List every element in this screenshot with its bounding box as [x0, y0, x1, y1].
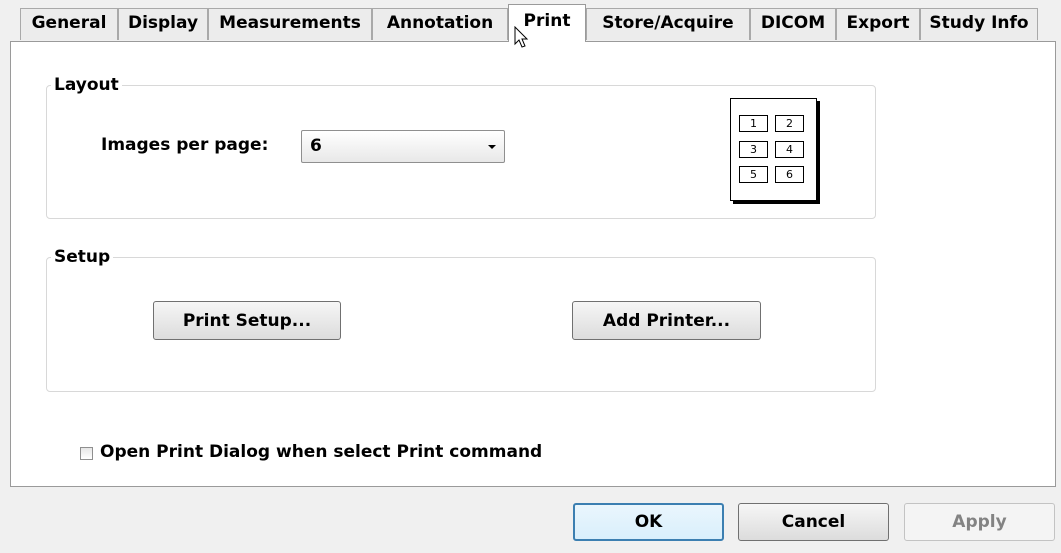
- print-settings-panel: Layout Images per page: 6 1 2 3 4 5 6 Se…: [10, 41, 1056, 487]
- tab-study-info[interactable]: Study Info: [920, 8, 1038, 40]
- open-print-dialog-checkbox[interactable]: [80, 447, 93, 460]
- setup-group: Setup Print Setup... Add Printer...: [46, 246, 876, 392]
- add-printer-button[interactable]: Add Printer...: [572, 301, 761, 340]
- page-layout-preview-icon: 1 2 3 4 5 6: [730, 98, 817, 201]
- layout-cell: 2: [775, 115, 804, 132]
- tab-strip: General Display Measurements Annotation …: [0, 0, 1061, 42]
- cancel-button[interactable]: Cancel: [738, 503, 889, 541]
- layout-cell: 1: [739, 115, 768, 132]
- dropdown-arrow-icon: [488, 145, 496, 149]
- images-per-page-select[interactable]: 6: [301, 130, 505, 163]
- layout-cell: 5: [739, 166, 768, 183]
- layout-group-title: Layout: [51, 74, 122, 96]
- tab-export[interactable]: Export: [836, 8, 920, 40]
- tab-display[interactable]: Display: [118, 8, 208, 40]
- tab-measurements[interactable]: Measurements: [208, 8, 372, 40]
- layout-cell: 4: [775, 141, 804, 158]
- ok-button[interactable]: OK: [573, 503, 724, 541]
- layout-cell: 6: [775, 166, 804, 183]
- images-per-page-label: Images per page:: [101, 135, 269, 155]
- tab-annotation[interactable]: Annotation: [372, 8, 508, 40]
- images-per-page-value: 6: [310, 136, 322, 156]
- tab-general[interactable]: General: [20, 8, 118, 40]
- open-print-dialog-label: Open Print Dialog when select Print comm…: [100, 442, 543, 462]
- tab-dicom[interactable]: DICOM: [750, 8, 836, 40]
- print-setup-button[interactable]: Print Setup...: [153, 301, 341, 340]
- tab-store-acquire[interactable]: Store/Acquire: [586, 8, 750, 40]
- layout-group: Layout Images per page: 6 1 2 3 4 5 6: [46, 74, 876, 219]
- mouse-cursor-icon: [514, 26, 529, 48]
- layout-cell: 3: [739, 141, 768, 158]
- setup-group-title: Setup: [51, 246, 114, 268]
- apply-button[interactable]: Apply: [904, 503, 1055, 541]
